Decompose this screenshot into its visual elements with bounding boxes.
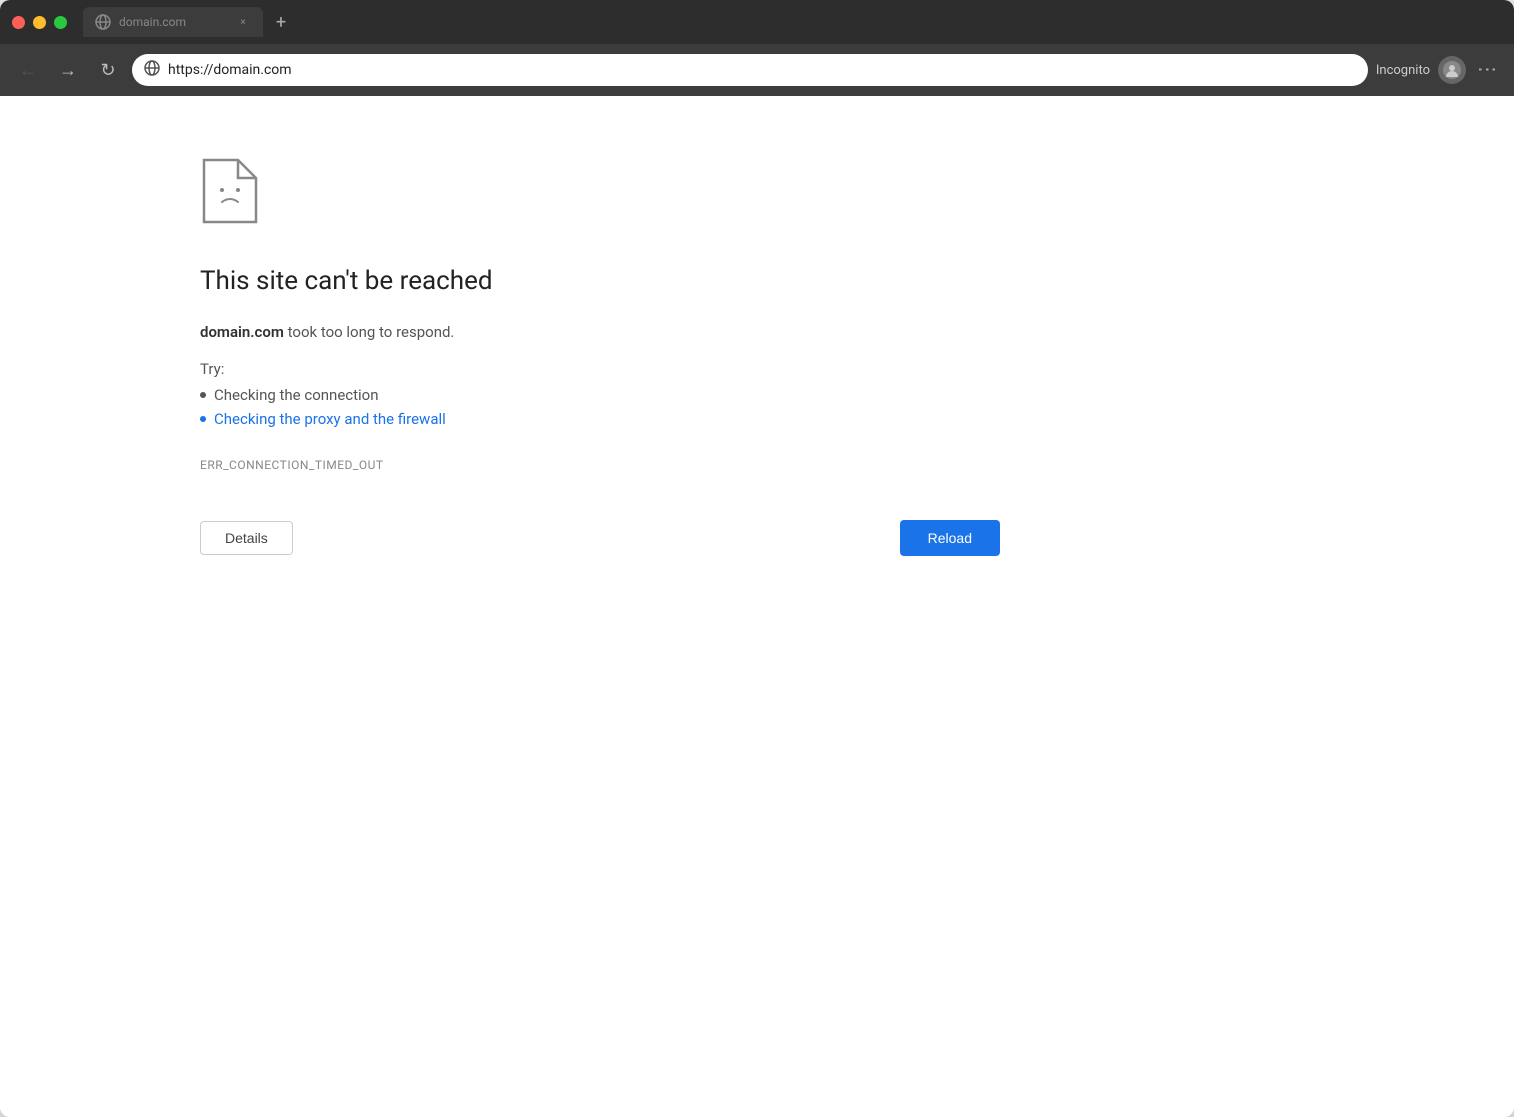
details-button[interactable]: Details [200, 521, 293, 555]
forward-button[interactable]: → [52, 54, 84, 86]
bullet-icon [200, 392, 206, 398]
close-window-btn[interactable] [12, 16, 25, 29]
proxy-firewall-link[interactable]: Checking the proxy and the firewall [214, 410, 446, 428]
address-bar[interactable]: https://domain.com [132, 54, 1368, 86]
minimize-window-btn[interactable] [33, 16, 46, 29]
incognito-label: Incognito [1376, 63, 1430, 78]
error-description: domain.com took too long to respond. [200, 320, 1514, 344]
title-bar: domain.com × + [0, 0, 1514, 44]
toolbar-right: Incognito ⋮ [1376, 56, 1502, 84]
error-domain: domain.com [200, 323, 284, 341]
toolbar: ← → ↻ https://domain.com Incognito [0, 44, 1514, 96]
back-icon: ← [19, 60, 37, 81]
error-title: This site can't be reached [200, 266, 1514, 296]
back-button[interactable]: ← [12, 54, 44, 86]
try-label: Try: [200, 360, 1514, 378]
page-content: This site can't be reached domain.com to… [0, 96, 1514, 1117]
tab-close-button[interactable]: × [235, 14, 251, 30]
error-icon [200, 156, 260, 226]
new-tab-button[interactable]: + [267, 8, 295, 36]
bullet-icon [200, 416, 206, 422]
reload-icon: ↻ [100, 60, 115, 81]
list-item: Checking the connection [200, 386, 1514, 404]
browser-window: domain.com × + ← → ↻ https://domain.com [0, 0, 1514, 1117]
maximize-window-btn[interactable] [54, 16, 67, 29]
error-code: ERR_CONNECTION_TIMED_OUT [200, 458, 1514, 472]
suggestion-text-1: Checking the connection [214, 386, 379, 404]
browser-tab[interactable]: domain.com × [83, 7, 263, 37]
reload-button[interactable]: ↻ [92, 54, 124, 86]
tab-title: domain.com [119, 15, 227, 29]
url-text: https://domain.com [168, 62, 1356, 78]
incognito-icon [1438, 56, 1466, 84]
button-row: Details Reload [200, 520, 1000, 556]
lock-icon [144, 60, 160, 80]
tab-favicon-icon [95, 14, 111, 30]
suggestion-list: Checking the connection Checking the pro… [200, 386, 1514, 434]
error-description-suffix: took too long to respond. [284, 323, 455, 341]
forward-icon: → [59, 60, 77, 81]
reload-button[interactable]: Reload [900, 520, 1000, 556]
list-item: Checking the proxy and the firewall [200, 410, 1514, 428]
menu-button[interactable]: ⋮ [1474, 56, 1502, 84]
window-controls [12, 16, 67, 29]
